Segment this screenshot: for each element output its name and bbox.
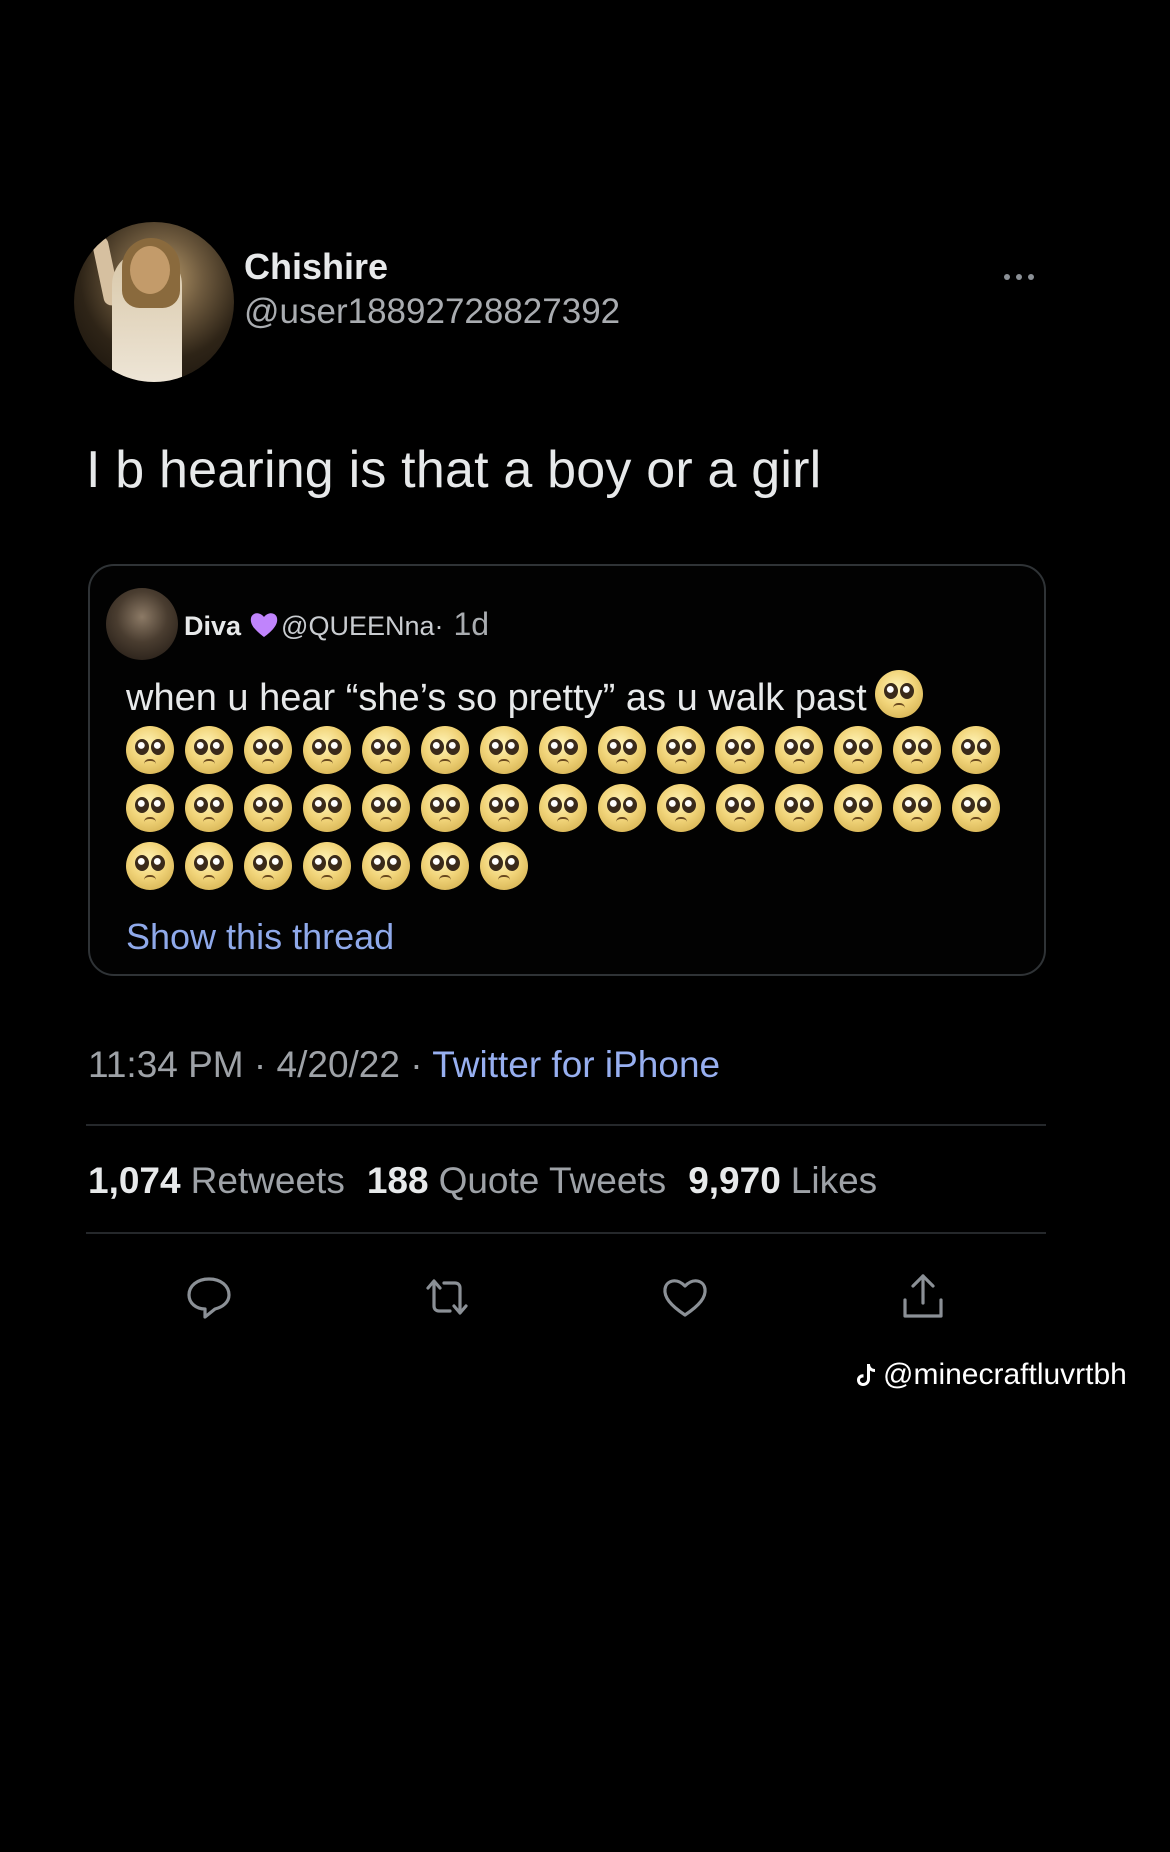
meta-separator: · (399, 1044, 433, 1085)
divider (86, 1124, 1046, 1126)
likes-label: Likes (790, 1160, 878, 1201)
pleading-face-icon (244, 842, 292, 890)
quoted-tweet-time: 1d (453, 606, 490, 642)
emoji-row (126, 726, 1026, 776)
pleading-face-icon (421, 726, 469, 774)
likes-stat[interactable]: 9,970 Likes (688, 1160, 877, 1202)
emoji-row (126, 842, 1026, 892)
show-thread-link[interactable]: Show this thread (126, 916, 394, 958)
quoted-author-avatar[interactable] (106, 588, 178, 660)
quoted-tweet-card[interactable]: Diva @QUEENna· 1d when u hear “she’s so … (88, 564, 1046, 976)
pleading-face-icon (893, 726, 941, 774)
pleading-face-icon (126, 784, 174, 832)
author-name[interactable]: Chishire (244, 246, 388, 288)
pleading-face-icon (185, 784, 233, 832)
quote-tweets-label: Quote Tweets (438, 1160, 667, 1201)
quoted-author-handle: @QUEENna· (281, 611, 444, 641)
pleading-face-icon (244, 784, 292, 832)
author-handle[interactable]: @user18892728827392 (244, 292, 620, 332)
quoted-tweet-text-body: when u hear “she’s so pretty” as u walk … (126, 677, 867, 719)
pleading-face-icon (303, 842, 351, 890)
pleading-face-icon (952, 726, 1000, 774)
quoted-tweet-text: when u hear “she’s so pretty” as u walk … (126, 670, 923, 720)
pleading-face-icon (775, 784, 823, 832)
retweets-stat[interactable]: 1,074 Retweets (88, 1160, 345, 1202)
tweet-stats: 1,074 Retweets 188 Quote Tweets 9,970 Likes (88, 1160, 877, 1202)
divider (86, 1232, 1046, 1234)
tiktok-icon (857, 1364, 875, 1386)
pleading-face-icon (539, 784, 587, 832)
pleading-face-icon (303, 784, 351, 832)
pleading-face-icon (126, 726, 174, 774)
tweet-meta: 11:34 PM · 4/20/22 · Twitter for iPhone (88, 1044, 720, 1086)
tweet-time: 11:34 PM (88, 1044, 244, 1085)
purple-heart-icon (250, 613, 278, 637)
pleading-face-icon (952, 784, 1000, 832)
pleading-face-icon (480, 726, 528, 774)
more-options-icon[interactable] (1004, 274, 1044, 286)
like-icon[interactable] (658, 1270, 712, 1324)
tweet-source-link[interactable]: Twitter for iPhone (432, 1044, 720, 1085)
pleading-face-icon (657, 784, 705, 832)
emoji-row (126, 784, 1026, 834)
tiktok-watermark: @minecraftluvrtbh (855, 1358, 1127, 1392)
retweets-count: 1,074 (88, 1160, 181, 1201)
pleading-face-icon (893, 784, 941, 832)
pleading-face-icon (126, 842, 174, 890)
quoted-tweet-header: Diva @QUEENna· 1d (184, 606, 489, 643)
pleading-face-icon (362, 726, 410, 774)
pleading-face-icon (362, 784, 410, 832)
watermark-handle: @minecraftluvrtbh (883, 1358, 1127, 1391)
retweets-label: Retweets (190, 1160, 345, 1201)
quote-tweets-stat[interactable]: 188 Quote Tweets (367, 1160, 666, 1202)
author-avatar[interactable] (74, 222, 234, 382)
pleading-face-icon (185, 842, 233, 890)
pleading-face-icon (716, 784, 764, 832)
pleading-face-icon (598, 726, 646, 774)
tweet-screenshot: Chishire @user18892728827392 I b hearing… (0, 0, 1170, 1852)
pleading-face-icon (362, 842, 410, 890)
pleading-face-icon (303, 726, 351, 774)
quoted-author-name: Diva (184, 611, 242, 641)
pleading-face-icon (716, 726, 764, 774)
pleading-face-icon (539, 726, 587, 774)
share-icon[interactable] (896, 1270, 950, 1324)
pleading-face-icon (598, 784, 646, 832)
likes-count: 9,970 (688, 1160, 781, 1201)
emoji-grid (126, 726, 1026, 900)
pleading-face-icon (421, 842, 469, 890)
meta-separator: · (243, 1044, 277, 1085)
pleading-face-icon (421, 784, 469, 832)
pleading-face-icon (834, 726, 882, 774)
pleading-face-icon (480, 842, 528, 890)
retweet-icon[interactable] (420, 1270, 474, 1324)
pleading-face-icon (185, 726, 233, 774)
pleading-face-icon (874, 670, 923, 718)
tweet-date: 4/20/22 (276, 1044, 400, 1085)
tweet-text: I b hearing is that a boy or a girl (86, 441, 822, 499)
author-row: Chishire @user18892728827392 (74, 222, 1054, 388)
pleading-face-icon (480, 784, 528, 832)
tweet-actions (180, 1270, 980, 1330)
reply-icon[interactable] (182, 1270, 236, 1324)
pleading-face-icon (657, 726, 705, 774)
pleading-face-icon (834, 784, 882, 832)
pleading-face-icon (244, 726, 292, 774)
quote-tweets-count: 188 (366, 1160, 429, 1201)
pleading-face-icon (775, 726, 823, 774)
